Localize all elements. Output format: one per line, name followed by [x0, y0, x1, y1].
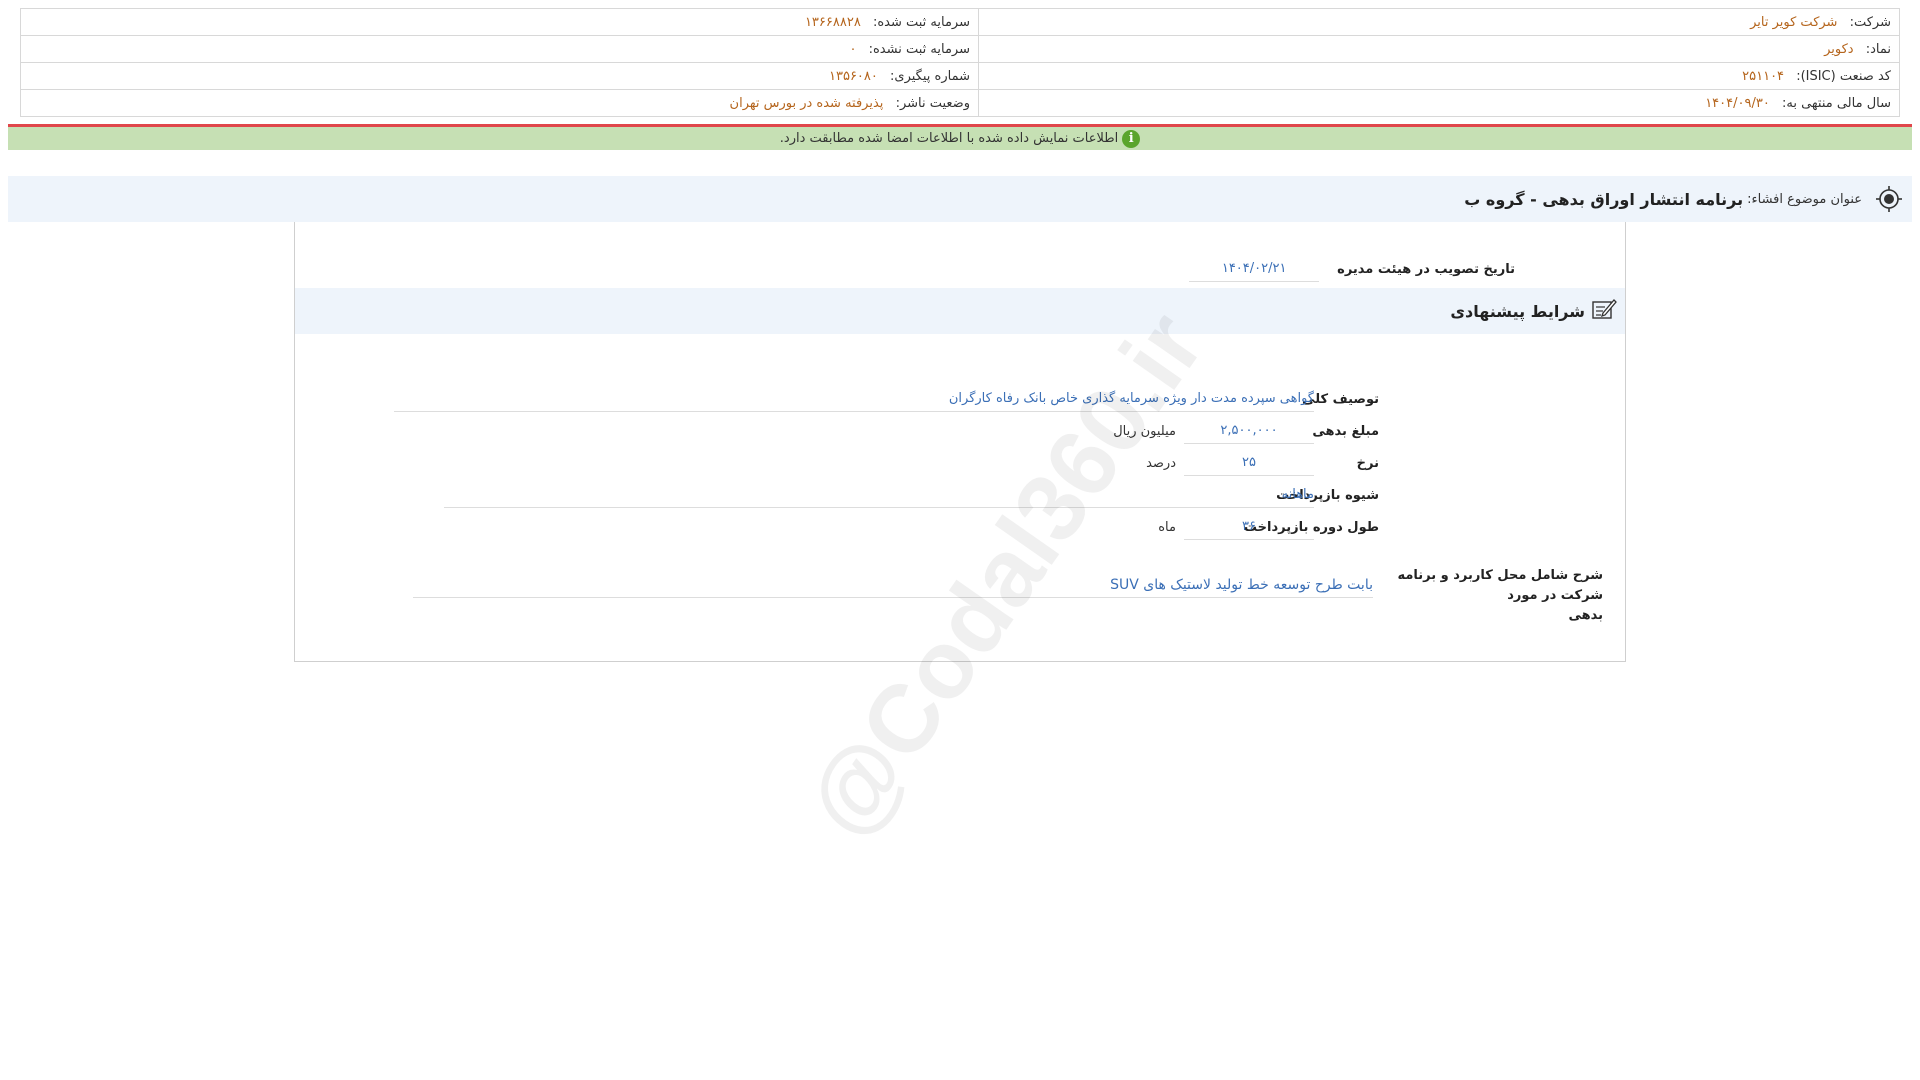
amount-row: مبلغ بدهی ۲,۵۰۰,۰۰۰ میلیون ریال	[1113, 418, 1379, 444]
isic-label: کد صنعت (ISIC):	[1796, 68, 1891, 84]
rate-value: ۲۵	[1184, 450, 1314, 476]
usage-row: شرح شامل محل کاربرد و برنامه شرکت در مور…	[413, 566, 1603, 626]
tracking-cell: شماره پیگیری: ۱۳۵۶۰۸۰	[20, 62, 979, 90]
fiscal-label: سال مالی منتهی به:	[1781, 95, 1891, 111]
usage-label-line1: شرح شامل محل کاربرد و برنامه شرکت در مور…	[1397, 568, 1603, 603]
company-value[interactable]: شرکت کویر تایر	[1750, 15, 1837, 30]
description-row: توصیف کلی گواهی سپرده مدت دار ویژه سرمای…	[394, 386, 1379, 412]
description-label: توصیف کلی	[1302, 391, 1379, 407]
verified-message: اطلاعات نمایش داده شده با اطلاعات امضا ش…	[779, 131, 1119, 146]
registered-capital-label: سرمایه ثبت شده:	[872, 14, 970, 30]
symbol-value[interactable]: دکویر	[1824, 42, 1854, 57]
repayment-period-value: ۳۶	[1184, 514, 1314, 540]
rate-row: نرخ ۲۵ درصد	[1146, 450, 1379, 476]
repayment-period-label: طول دوره بازپرداخت	[1243, 519, 1379, 535]
info-row: کد صنعت (ISIC): ۲۵۱۱۰۴ شماره پیگیری: ۱۳۵…	[20, 62, 1900, 90]
publisher-status-value: پذیرفته شده در بورس تهران	[729, 95, 884, 111]
unregistered-capital-label: سرمایه ثبت نشده:	[868, 41, 970, 57]
registered-capital-value: ۱۳۶۶۸۸۲۸	[804, 14, 861, 30]
rate-label: نرخ	[1356, 455, 1379, 471]
disclosure-title-bar: عنوان موضوع افشاء: برنامه انتشار اوراق ب…	[8, 176, 1912, 222]
amount-unit: میلیون ریال	[1113, 423, 1176, 439]
registered-capital-cell: سرمایه ثبت شده: ۱۳۶۶۸۸۲۸	[20, 8, 979, 36]
repayment-method-value: ماهانه	[444, 482, 1314, 508]
description-value: گواهی سپرده مدت دار ویژه سرمایه گذاری خا…	[394, 386, 1314, 412]
rate-unit: درصد	[1146, 455, 1176, 471]
publisher-status-cell: وضعیت ناشر: پذیرفته شده در بورس تهران	[20, 89, 979, 117]
repayment-period-unit: ماه	[1158, 519, 1176, 535]
tracking-value: ۱۳۵۶۰۸۰	[829, 68, 878, 84]
disclosure-content: تاریخ تصویب در هیئت مدیره ۱۴۰۴/۰۲/۲۱ شرا…	[294, 222, 1626, 662]
board-approval-value: ۱۴۰۴/۰۲/۲۱	[1189, 256, 1320, 282]
amount-value: ۲,۵۰۰,۰۰۰	[1184, 418, 1314, 444]
signature-verified-bar: i اطلاعات نمایش داده شده با اطلاعات امضا…	[8, 124, 1912, 150]
symbol-label: نماد:	[1865, 41, 1891, 57]
usage-label: شرح شامل محل کاربرد و برنامه شرکت در مور…	[1373, 566, 1603, 626]
section-header: شرایط پیشنهادی	[295, 288, 1625, 334]
board-approval-row: تاریخ تصویب در هیئت مدیره ۱۴۰۴/۰۲/۲۱	[1189, 256, 1515, 282]
fiscal-value: ۱۴۰۴/۰۹/۳۰	[1705, 95, 1770, 111]
section-title: شرایط پیشنهادی	[1450, 301, 1585, 321]
amount-label: مبلغ بدهی	[1312, 423, 1379, 439]
fiscal-cell: سال مالی منتهی به: ۱۴۰۴/۰۹/۳۰	[978, 89, 1900, 117]
tracking-label: شماره پیگیری:	[890, 68, 970, 84]
unregistered-capital-cell: سرمایه ثبت نشده: ۰	[20, 35, 979, 63]
disclosure-page: شرکت: شرکت کویر تایر سرمایه ثبت شده: ۱۳۶…	[0, 0, 1920, 1080]
repayment-period-row: طول دوره بازپرداخت ۳۶ ماه	[1158, 514, 1379, 540]
info-row: شرکت: شرکت کویر تایر سرمایه ثبت شده: ۱۳۶…	[20, 8, 1900, 36]
unregistered-capital-value: ۰	[849, 41, 857, 57]
info-row: نماد: دکویر سرمایه ثبت نشده: ۰	[20, 35, 1900, 63]
repayment-method-row: شیوه بازپرداخت ماهانه	[444, 482, 1379, 508]
info-icon: i	[1122, 129, 1141, 148]
company-info-table: شرکت: شرکت کویر تایر سرمایه ثبت شده: ۱۳۶…	[20, 8, 1900, 117]
company-cell: شرکت: شرکت کویر تایر	[978, 8, 1900, 36]
target-icon	[1876, 186, 1902, 212]
board-approval-label: تاریخ تصویب در هیئت مدیره	[1337, 261, 1515, 277]
title-label: عنوان موضوع افشاء:	[1747, 191, 1862, 207]
symbol-cell: نماد: دکویر	[978, 35, 1900, 63]
page-title: برنامه انتشار اوراق بدهی - گروه ب	[1464, 189, 1744, 209]
usage-label-line2: بدهی	[1568, 608, 1603, 623]
usage-value: بابت طرح توسعه خط تولید لاستیک های SUV	[413, 572, 1373, 598]
repayment-method-label: شیوه بازپرداخت	[1276, 487, 1379, 503]
info-row: سال مالی منتهی به: ۱۴۰۴/۰۹/۳۰ وضعیت ناشر…	[20, 89, 1900, 117]
publisher-status-label: وضعیت ناشر:	[895, 95, 970, 111]
company-label: شرکت:	[1849, 14, 1891, 30]
isic-value: ۲۵۱۱۰۴	[1742, 68, 1785, 84]
isic-cell: کد صنعت (ISIC): ۲۵۱۱۰۴	[978, 62, 1900, 90]
edit-note-icon	[1591, 297, 1617, 325]
